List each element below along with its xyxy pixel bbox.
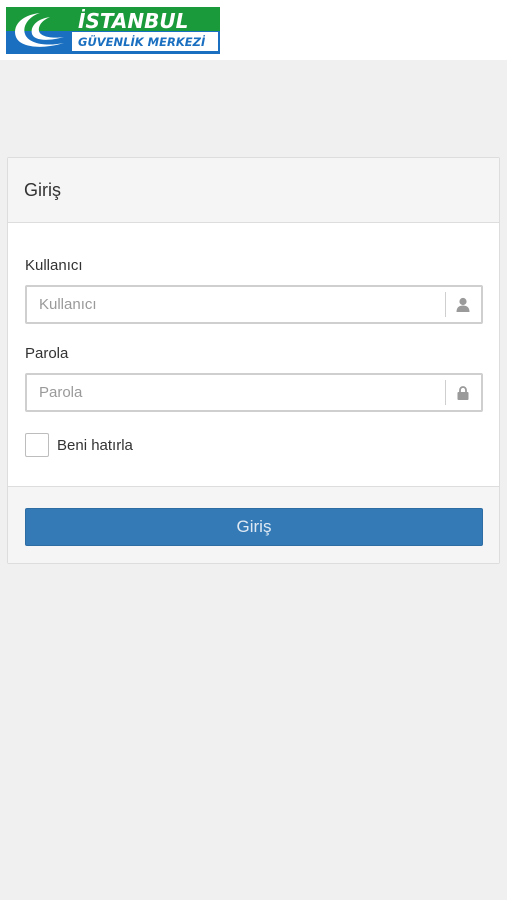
password-input[interactable] bbox=[27, 375, 445, 410]
user-icon bbox=[445, 287, 481, 322]
istanbul-logo: İSTANBUL GÜVENLİK MERKEZİ bbox=[6, 7, 220, 54]
login-panel: Giriş Kullanıcı Parola bbox=[7, 157, 500, 564]
password-input-group bbox=[25, 373, 483, 412]
lock-icon bbox=[445, 375, 481, 410]
header: İSTANBUL GÜVENLİK MERKEZİ bbox=[0, 0, 507, 60]
svg-text:GÜVENLİK MERKEZİ: GÜVENLİK MERKEZİ bbox=[78, 34, 206, 49]
panel-footer: Giriş bbox=[8, 486, 499, 563]
username-input-group bbox=[25, 285, 483, 324]
username-label: Kullanıcı bbox=[25, 257, 83, 274]
svg-text:İSTANBUL: İSTANBUL bbox=[78, 9, 188, 33]
login-button[interactable]: Giriş bbox=[25, 508, 483, 546]
password-label: Parola bbox=[25, 345, 69, 362]
remember-me-row: Beni hatırla bbox=[25, 433, 133, 457]
login-form: Kullanıcı Parola Beni hatırla bbox=[8, 223, 499, 486]
panel-title: Giriş bbox=[24, 179, 61, 200]
remember-me-label: Beni hatırla bbox=[57, 436, 133, 454]
username-input[interactable] bbox=[27, 287, 445, 322]
panel-heading: Giriş bbox=[8, 158, 499, 223]
remember-me-checkbox[interactable] bbox=[25, 433, 49, 457]
